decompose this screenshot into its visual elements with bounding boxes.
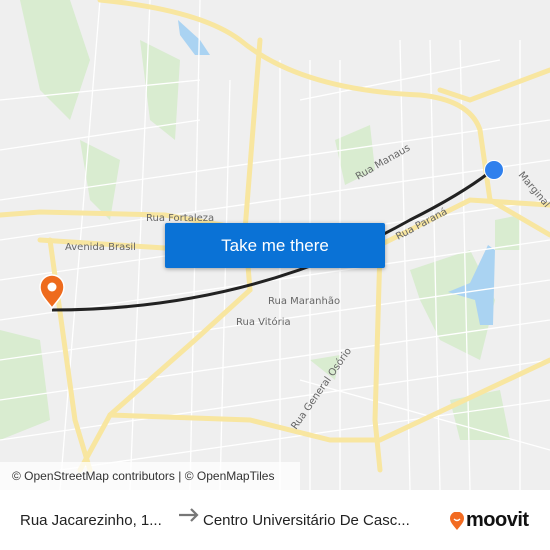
- moovit-logo: moovit: [450, 509, 529, 532]
- moovit-pin-icon: [450, 511, 464, 530]
- destination-marker[interactable]: [484, 160, 504, 180]
- street-label: Avenida Brasil: [65, 242, 136, 253]
- arrow-right-icon: [179, 508, 199, 522]
- route-footer: Rua Jacarezinho, 1... Centro Universitár…: [0, 490, 550, 550]
- map-attribution[interactable]: © OpenStreetMap contributors | © OpenMap…: [0, 462, 300, 490]
- pond: [178, 20, 210, 55]
- street-label: Rua Maranhão: [268, 296, 340, 307]
- brand-name: moovit: [466, 509, 529, 531]
- origin-label: Rua Jacarezinho, 1...: [20, 511, 162, 529]
- map[interactable]: Rua Manaus Marginal Rua Fortaleza Avenid…: [0, 0, 550, 490]
- take-me-there-button[interactable]: Take me there: [165, 223, 385, 268]
- destination-label: Centro Universitário De Casc...: [203, 511, 410, 529]
- street-label: Rua Vitória: [236, 316, 291, 328]
